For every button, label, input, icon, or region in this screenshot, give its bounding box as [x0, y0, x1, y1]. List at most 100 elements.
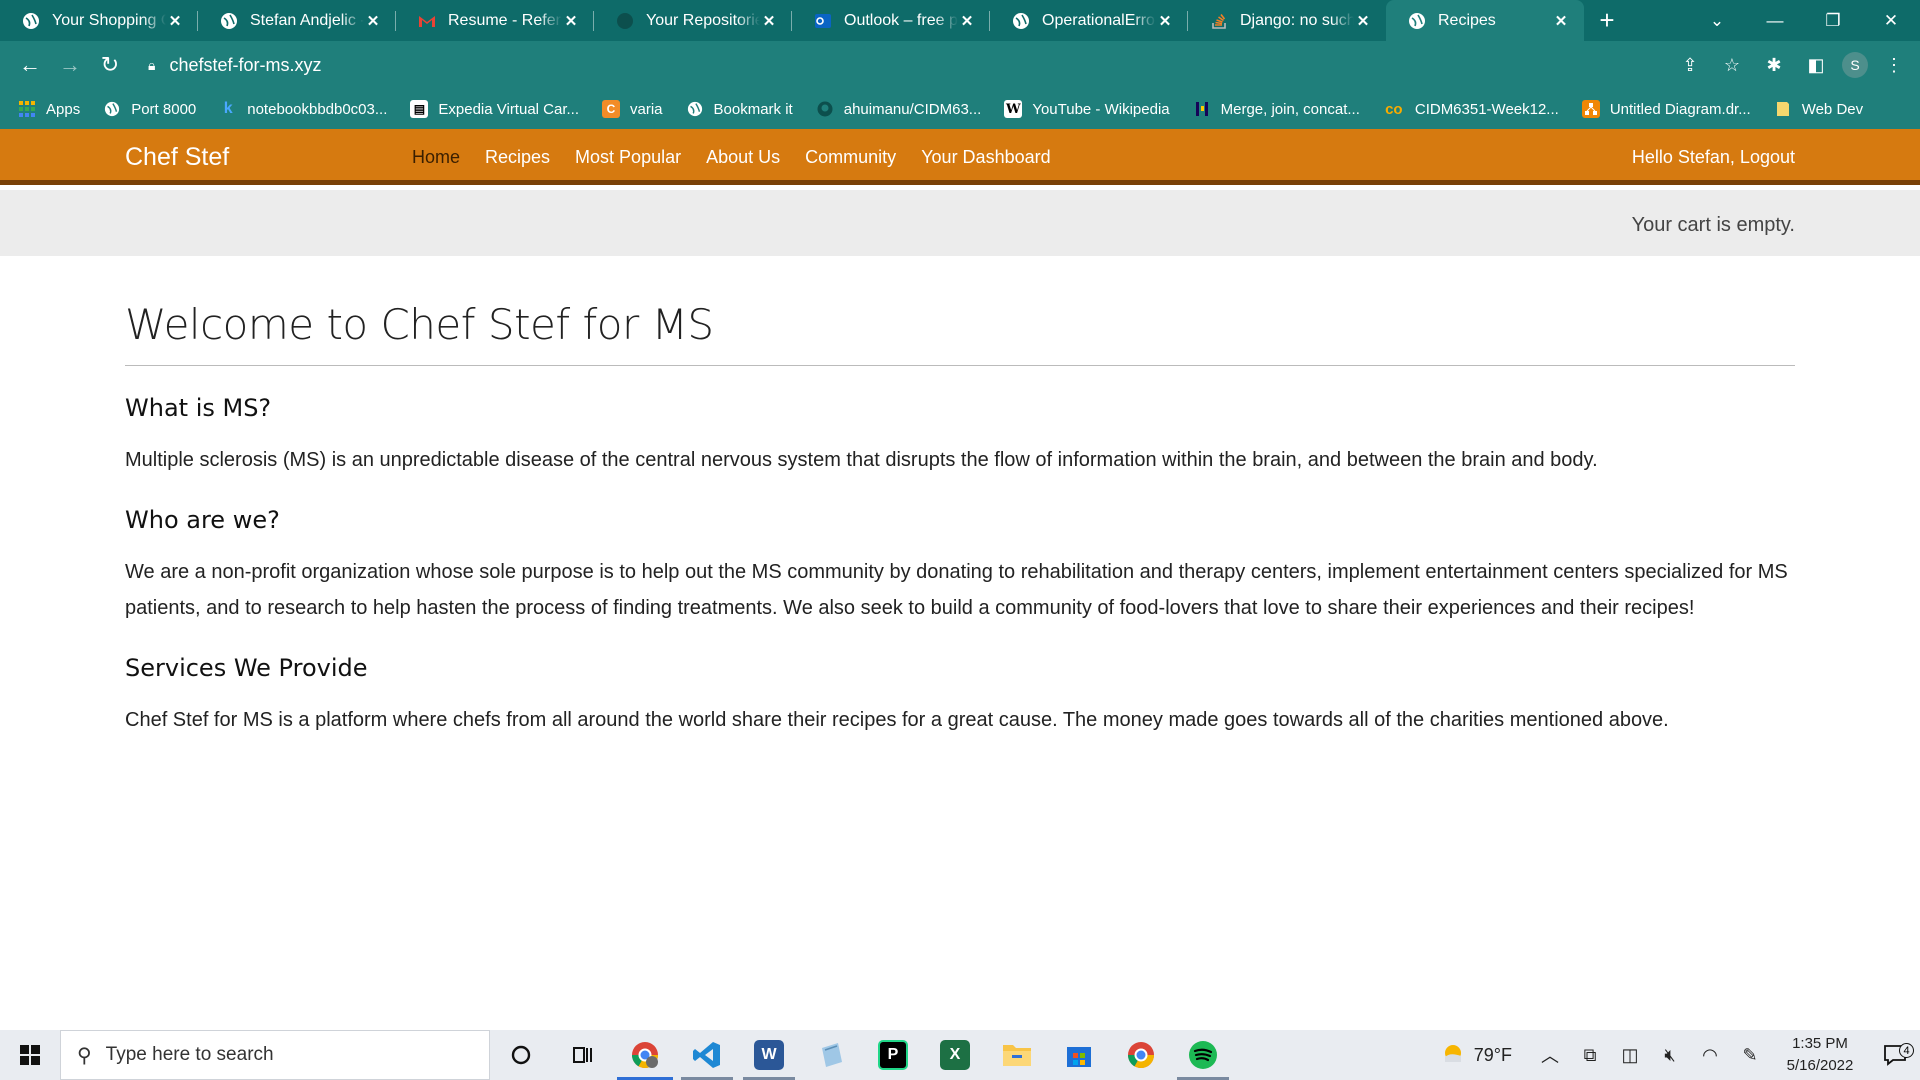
- notification-center-icon[interactable]: 4: [1870, 1043, 1920, 1066]
- bookmark-item[interactable]: k notebookbbdb0c03...: [219, 100, 388, 118]
- close-tab-icon[interactable]: ✕: [1354, 12, 1372, 30]
- close-window-icon[interactable]: ✕: [1862, 0, 1920, 41]
- close-tab-icon[interactable]: ✕: [562, 12, 580, 30]
- task-view-icon[interactable]: [552, 1030, 614, 1080]
- vscode-app-icon[interactable]: [676, 1030, 738, 1080]
- bookmark-label: Port 8000: [131, 100, 197, 118]
- drawio-icon: [1581, 100, 1600, 118]
- lock-icon[interactable]: 🔒︎: [148, 57, 155, 74]
- tab-title: Your Shopping Cart: [52, 11, 166, 29]
- bookmark-label: CIDM6351-Week12...: [1414, 100, 1559, 118]
- bookmark-item[interactable]: W YouTube - Wikipedia: [1004, 100, 1170, 118]
- cortana-icon[interactable]: [490, 1030, 552, 1080]
- section-body: Chef Stef for MS is a platform where che…: [125, 709, 1669, 731]
- bookmark-label: Web Dev: [1801, 100, 1864, 118]
- globe-icon: [103, 100, 121, 118]
- taskbar-search-box[interactable]: ⚲ Type here to search: [60, 1030, 490, 1080]
- reload-icon[interactable]: ↻: [90, 47, 130, 83]
- section-body: We are a non-profit organization whose s…: [125, 561, 1788, 619]
- file-explorer-app-icon[interactable]: [986, 1030, 1048, 1080]
- restore-icon[interactable]: ❐: [1804, 0, 1862, 41]
- bookmark-item[interactable]: ahuimanu/CIDM63...: [816, 100, 981, 118]
- pandas-icon: [1193, 100, 1211, 118]
- side-panel-icon[interactable]: ◧: [1800, 49, 1832, 81]
- extensions-icon[interactable]: ✱: [1758, 49, 1790, 81]
- nav-about-us[interactable]: About Us: [706, 147, 780, 168]
- system-clock[interactable]: 1:35 PM 5/16/2022: [1770, 1033, 1870, 1077]
- bookmark-item[interactable]: Merge, join, concat...: [1193, 100, 1360, 118]
- document-icon: ▤: [410, 100, 429, 118]
- bookmark-item[interactable]: Port 8000: [103, 100, 196, 118]
- browser-tab[interactable]: OperationalError ✕: [990, 0, 1188, 41]
- bookmark-item[interactable]: C varia: [602, 100, 663, 118]
- menu-kebab-icon[interactable]: ⋮: [1878, 49, 1910, 81]
- tab-search-icon[interactable]: ⌄: [1688, 0, 1746, 41]
- word-app-icon[interactable]: W: [738, 1030, 800, 1080]
- browser-tab[interactable]: Your Shopping Cart ✕: [0, 0, 198, 41]
- system-tray: 79°F ︿ ⧉ ◫ 🔇︎ ◠ ✎ 1:35 PM 5/16/2022 4: [1442, 1030, 1920, 1080]
- weather-widget[interactable]: 79°F: [1442, 1042, 1512, 1069]
- nav-home[interactable]: Home: [412, 147, 460, 168]
- nav-most-popular[interactable]: Most Popular: [575, 147, 681, 168]
- bookmark-label: notebookbbdb0c03...: [247, 100, 388, 118]
- globe-icon: [220, 12, 238, 30]
- wifi-icon[interactable]: ◠: [1690, 1030, 1730, 1080]
- nav-recipes[interactable]: Recipes: [485, 147, 550, 168]
- chrome-profile-app-icon[interactable]: [614, 1030, 676, 1080]
- pycharm-app-icon[interactable]: P: [862, 1030, 924, 1080]
- bookmark-folder[interactable]: Web Dev: [1774, 100, 1863, 118]
- bookmark-item[interactable]: Bookmark it: [686, 100, 793, 118]
- cart-status-text: Your cart is empty.: [1631, 214, 1795, 236]
- gmail-icon: [418, 12, 436, 30]
- tab-title: Recipes: [1438, 11, 1496, 29]
- brand-logo-text[interactable]: Chef Stef: [125, 143, 229, 172]
- volume-muted-icon[interactable]: 🔇︎: [1650, 1030, 1690, 1080]
- bookmark-item[interactable]: Apps: [18, 100, 80, 118]
- pen-workspace-icon[interactable]: ✎: [1730, 1030, 1770, 1080]
- windows-start-icon[interactable]: [0, 1030, 60, 1080]
- bookmark-label: YouTube - Wikipedia: [1032, 100, 1170, 118]
- bookmark-label: Merge, join, concat...: [1220, 100, 1360, 118]
- globe-icon: [686, 100, 704, 118]
- notepad-app-icon[interactable]: [800, 1030, 862, 1080]
- show-hidden-icons-chevron-icon[interactable]: ︿: [1530, 1030, 1570, 1080]
- minimize-icon[interactable]: —: [1746, 0, 1804, 41]
- bookmark-item[interactable]: ▤ Expedia Virtual Car...: [410, 100, 579, 118]
- network-display-icon[interactable]: ⧉: [1570, 1030, 1610, 1080]
- folder-icon: [1774, 100, 1792, 118]
- bookmark-item[interactable]: Untitled Diagram.dr...: [1581, 100, 1751, 118]
- section-body: Multiple sclerosis (MS) is an unpredicta…: [125, 449, 1598, 471]
- browser-tab[interactable]: Stefan Andjelic - r ✕: [198, 0, 396, 41]
- account-logout-link[interactable]: Hello Stefan, Logout: [1632, 147, 1795, 168]
- forward-icon[interactable]: →: [50, 47, 90, 83]
- back-icon[interactable]: ←: [10, 47, 50, 83]
- address-bar[interactable]: 🔒︎ chefstef-for-ms.xyz: [130, 47, 1674, 83]
- share-icon[interactable]: ⇪: [1674, 49, 1706, 81]
- close-tab-icon[interactable]: ✕: [760, 12, 778, 30]
- browser-tab[interactable]: Django: no such t ✕: [1188, 0, 1386, 41]
- microsoft-store-app-icon[interactable]: [1048, 1030, 1110, 1080]
- close-tab-icon[interactable]: ✕: [1552, 12, 1570, 30]
- nav-your-dashboard[interactable]: Your Dashboard: [921, 147, 1050, 168]
- meet-now-icon[interactable]: ◫: [1610, 1030, 1650, 1080]
- bookmark-star-icon[interactable]: ☆: [1716, 49, 1748, 81]
- spotify-app-icon[interactable]: [1172, 1030, 1234, 1080]
- close-tab-icon[interactable]: ✕: [958, 12, 976, 30]
- chrome-app-icon[interactable]: [1110, 1030, 1172, 1080]
- browser-tab[interactable]: Outlook – free pe ✕: [792, 0, 990, 41]
- address-url: chefstef-for-ms.xyz: [169, 54, 322, 75]
- globe-icon: [1408, 12, 1426, 30]
- close-tab-icon[interactable]: ✕: [1156, 12, 1174, 30]
- close-tab-icon[interactable]: ✕: [364, 12, 382, 30]
- excel-app-icon[interactable]: X: [924, 1030, 986, 1080]
- browser-tab[interactable]: Your Repositories ✕: [594, 0, 792, 41]
- browser-tab-active[interactable]: Recipes ✕: [1386, 0, 1584, 41]
- profile-avatar[interactable]: S: [1842, 52, 1868, 78]
- new-tab-button[interactable]: +: [1584, 0, 1630, 41]
- nav-community[interactable]: Community: [805, 147, 896, 168]
- bookmark-item[interactable]: co CIDM6351-Week12...: [1383, 100, 1559, 118]
- clock-time: 1:35 PM: [1792, 1035, 1848, 1052]
- bookmarks-bar: Apps Port 8000 k notebookbbdb0c03... ▤ E…: [0, 89, 1920, 129]
- close-tab-icon[interactable]: ✕: [166, 12, 184, 30]
- browser-tab[interactable]: Resume - Referre ✕: [396, 0, 594, 41]
